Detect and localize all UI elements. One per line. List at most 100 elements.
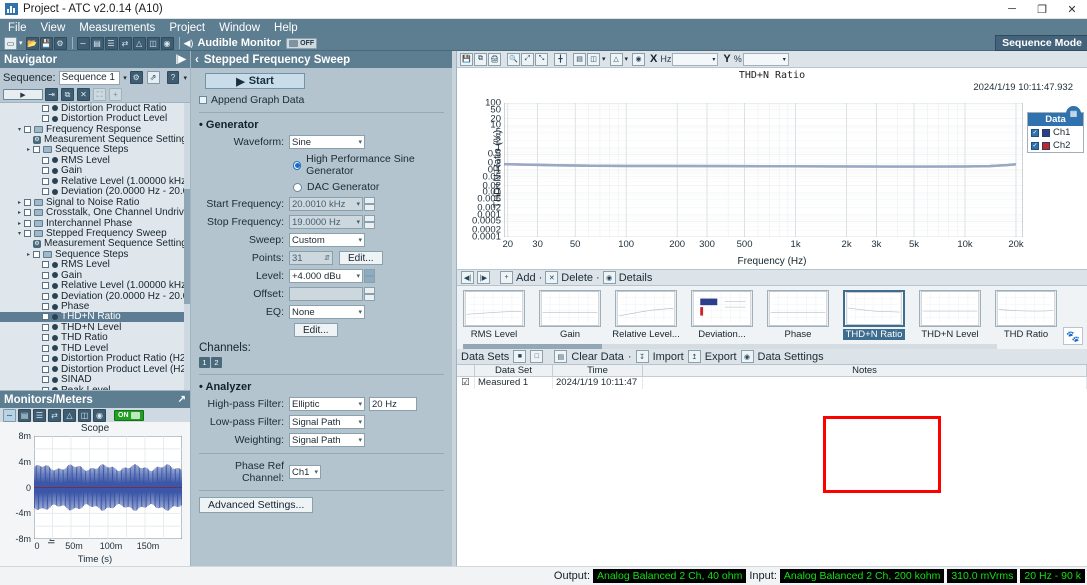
expand-icon[interactable]: ⤡ bbox=[535, 52, 548, 66]
tree-item[interactable]: Distortion Product Ratio (H2) bbox=[0, 353, 190, 364]
tree-item-selected[interactable]: THD+N Ratio bbox=[0, 311, 190, 322]
start-frequency-stepper[interactable] bbox=[364, 197, 375, 211]
tree-item[interactable]: Gain bbox=[0, 270, 190, 281]
tree-checkbox[interactable] bbox=[24, 209, 31, 217]
tree-twisty-icon[interactable]: ▸ bbox=[24, 251, 33, 258]
menu-window[interactable]: Window bbox=[219, 22, 260, 34]
tree-checkbox[interactable] bbox=[33, 250, 40, 258]
tree-checkbox[interactable] bbox=[24, 219, 31, 227]
cursor-icon[interactable]: ◫ bbox=[587, 52, 600, 66]
tree-scrollbar[interactable] bbox=[184, 103, 190, 390]
levels-icon[interactable]: ◫ bbox=[78, 408, 91, 422]
tree-twisty-icon[interactable]: ▸ bbox=[15, 209, 24, 216]
tree-item[interactable]: RMS Level bbox=[0, 155, 190, 166]
tree-item[interactable]: Deviation (20.0000 Hz - 20.0000 bbox=[0, 186, 190, 197]
thdn-ratio-plot[interactable]: THD+N Ratio 2024/1/19 10:11:47.932 THD+N… bbox=[457, 68, 1087, 269]
lowpass-filter-select[interactable]: Signal Path ▾ bbox=[289, 415, 365, 429]
channel-1-button[interactable]: 1 bbox=[199, 357, 210, 368]
tree-item[interactable]: ▸ Interchannel Phase bbox=[0, 218, 190, 229]
first-icon[interactable]: ◀| bbox=[461, 271, 474, 284]
gear-icon[interactable]: ⚙ bbox=[129, 71, 143, 84]
weighting-select[interactable]: Signal Path ▾ bbox=[289, 433, 365, 447]
tree-item[interactable]: SINAD bbox=[0, 374, 190, 385]
export-label[interactable]: Export bbox=[705, 351, 737, 363]
check-all-icon[interactable]: ■ bbox=[513, 350, 527, 363]
data-settings-label[interactable]: Data Settings bbox=[758, 351, 824, 363]
start-button[interactable]: ▶ Start bbox=[205, 73, 305, 89]
points-input[interactable]: 31 ⇵ bbox=[289, 251, 333, 265]
details-icon[interactable]: ◉ bbox=[602, 271, 616, 284]
expand-icon[interactable]: ⛶ bbox=[93, 88, 106, 101]
waveform-select[interactable]: Sine ▾ bbox=[289, 135, 365, 149]
tree-checkbox[interactable] bbox=[42, 303, 49, 311]
scope-icon[interactable]: ∼ bbox=[3, 408, 16, 422]
tree-item[interactable]: Distortion Product Ratio bbox=[0, 103, 190, 114]
tree-checkbox[interactable] bbox=[42, 167, 49, 175]
table-row[interactable]: ☑ Measured 1 2024/1/19 10:11:47 bbox=[457, 377, 1087, 389]
input-value[interactable]: Analog Balanced 2 Ch, 200 kohm bbox=[779, 569, 945, 583]
tree-item[interactable]: RMS Level bbox=[0, 259, 190, 270]
tree-item[interactable]: Gain bbox=[0, 165, 190, 176]
add-icon[interactable]: + bbox=[109, 88, 122, 101]
export-icon[interactable]: ↥ bbox=[687, 350, 701, 363]
measurement-card[interactable]: Relative Level... bbox=[612, 290, 680, 340]
sequence-mode-button[interactable]: Sequence Mode bbox=[995, 35, 1087, 51]
measurement-thumbnail[interactable] bbox=[767, 290, 829, 327]
tree-item[interactable]: THD Level bbox=[0, 343, 190, 354]
measurement-thumbnail[interactable] bbox=[691, 290, 753, 327]
copy-graph-icon[interactable]: ⧉ bbox=[474, 52, 487, 66]
tree-item[interactable]: THD+N Level bbox=[0, 322, 190, 333]
tree-item[interactable]: THD Ratio bbox=[0, 332, 190, 343]
tree-item[interactable]: Relative Level (1.00000 kHz) bbox=[0, 280, 190, 291]
waveform-icon[interactable]: ∼ bbox=[76, 36, 90, 50]
tree-item[interactable]: ▾ Frequency Response bbox=[0, 124, 190, 135]
tree-checkbox[interactable] bbox=[42, 334, 49, 342]
start-frequency-input[interactable]: 20.0010 kHz ▾ bbox=[289, 197, 363, 211]
transfer-icon[interactable]: ⇄ bbox=[118, 36, 132, 50]
tree-checkbox[interactable] bbox=[33, 146, 40, 154]
tree-checkbox[interactable] bbox=[42, 282, 49, 290]
stop-frequency-stepper[interactable] bbox=[364, 215, 375, 229]
plus-icon[interactable]: + bbox=[500, 271, 513, 284]
settings-gear-icon[interactable]: ⚙ bbox=[53, 36, 67, 50]
menu-view[interactable]: View bbox=[41, 22, 66, 34]
clear-icon[interactable]: ▤ bbox=[554, 350, 568, 363]
popout-icon[interactable]: ↗ bbox=[178, 394, 186, 405]
tree-checkbox[interactable] bbox=[42, 271, 49, 279]
run-sequence-icon[interactable]: ▶ bbox=[3, 89, 43, 100]
menu-help[interactable]: Help bbox=[274, 22, 298, 34]
uncheck-all-icon[interactable]: □ bbox=[530, 350, 544, 363]
add-label[interactable]: Add bbox=[516, 272, 536, 284]
bar-meter-icon[interactable]: ▤ bbox=[18, 408, 31, 422]
range-value[interactable]: 310.0 mVrms bbox=[947, 569, 1018, 583]
tree-checkbox[interactable] bbox=[42, 156, 49, 164]
print-graph-icon[interactable]: 🖨 bbox=[488, 52, 501, 66]
high-performance-sine-row[interactable]: High Performance Sine Generator bbox=[293, 153, 446, 177]
dropdown-caret-icon[interactable]: ▾ bbox=[19, 39, 23, 47]
phase-ref-channel-select[interactable]: Ch1 ▾ bbox=[289, 465, 321, 479]
help-icon[interactable]: ? bbox=[166, 71, 180, 84]
tree-checkbox[interactable] bbox=[42, 188, 49, 196]
legend-item[interactable]: ✓ Ch1 bbox=[1028, 126, 1083, 139]
delete-step-icon[interactable]: ✕ bbox=[77, 88, 90, 101]
new-document-icon[interactable]: ▭ bbox=[4, 36, 17, 50]
help-chevron-icon[interactable]: ▾ bbox=[183, 74, 187, 82]
level-input[interactable]: +4.000 dBu ▾ bbox=[289, 269, 363, 283]
list-icon[interactable]: ☰ bbox=[33, 408, 46, 422]
offset-input[interactable] bbox=[289, 287, 363, 301]
tree-checkbox[interactable] bbox=[42, 376, 49, 384]
bar-meter-icon[interactable]: ▤ bbox=[90, 36, 104, 50]
stop-frequency-input[interactable]: 19.0000 Hz ▾ bbox=[289, 215, 363, 229]
tree-item[interactable]: Relative Level (1.00000 kHz) bbox=[0, 176, 190, 187]
tree-item[interactable]: Peak Level bbox=[0, 385, 190, 390]
paw-icon[interactable]: 🐾 bbox=[1063, 327, 1083, 345]
offset-stepper[interactable] bbox=[364, 287, 375, 301]
tree-checkbox[interactable] bbox=[42, 365, 49, 373]
monitor-power-toggle[interactable]: ON bbox=[114, 409, 144, 421]
eq-edit-button[interactable]: Edit... bbox=[294, 323, 338, 337]
menu-project[interactable]: Project bbox=[169, 22, 205, 34]
high-performance-sine-radio[interactable] bbox=[293, 160, 302, 170]
zoom-icon[interactable]: 🔍 bbox=[507, 52, 520, 66]
tree-checkbox[interactable] bbox=[42, 323, 49, 331]
center-icon[interactable]: ╋ bbox=[554, 52, 567, 66]
